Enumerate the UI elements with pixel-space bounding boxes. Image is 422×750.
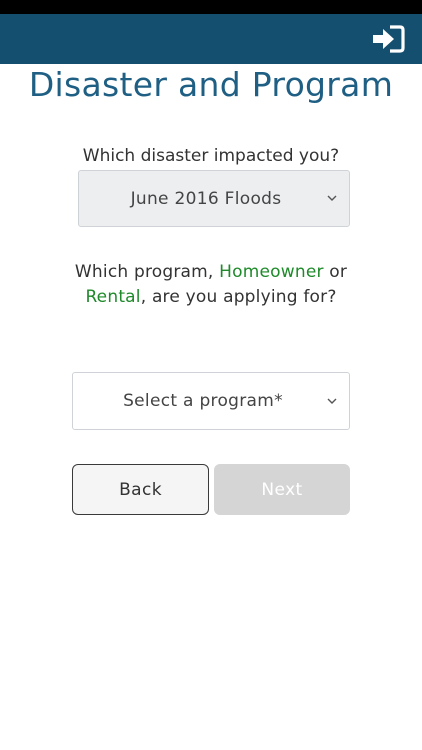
chevron-down-icon	[315, 195, 349, 202]
chevron-down-icon	[315, 398, 349, 405]
program-question-or: or	[329, 262, 348, 282]
sign-in-button[interactable]	[370, 22, 406, 56]
disaster-select[interactable]: June 2016 Floods	[78, 170, 350, 227]
program-question: Which program, Homeowner or Rental, are …	[60, 260, 362, 310]
disaster-select-value: June 2016 Floods	[130, 188, 282, 209]
back-button[interactable]: Back	[72, 464, 209, 515]
rental-label: Rental	[85, 287, 141, 307]
next-button[interactable]: Next	[214, 464, 350, 515]
page-title: Disaster and Program	[28, 65, 394, 104]
disaster-question: Which disaster impacted you?	[82, 146, 340, 166]
program-question-prefix: Which program,	[74, 262, 214, 282]
program-question-suffix: , are you applying for?	[140, 287, 337, 307]
program-select-placeholder: Select a program*	[123, 391, 283, 411]
sign-in-icon	[373, 25, 405, 53]
app-header	[0, 14, 422, 64]
status-bar	[0, 0, 422, 14]
program-select[interactable]: Select a program*	[72, 372, 350, 430]
homeowner-label: Homeowner	[219, 262, 324, 282]
